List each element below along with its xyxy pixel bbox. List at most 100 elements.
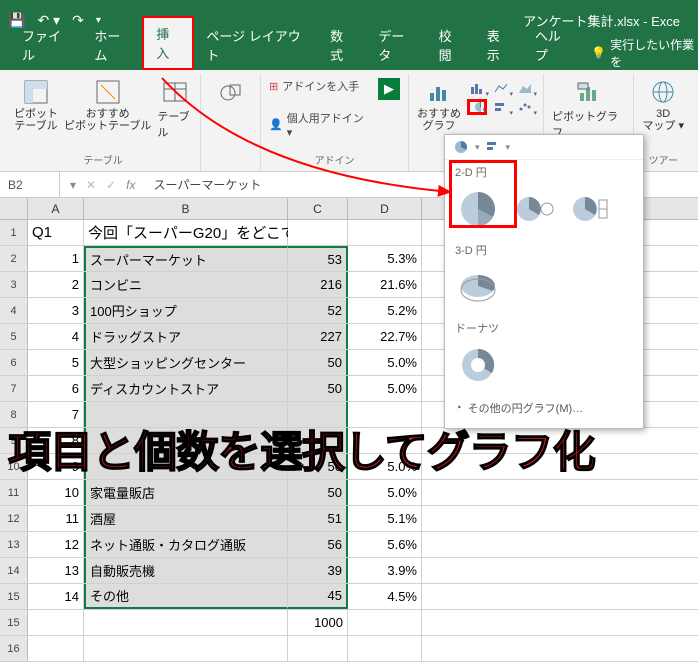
col-header-B[interactable]: B: [84, 198, 288, 219]
cell[interactable]: 5.6%: [348, 532, 422, 557]
cell[interactable]: 5.0%: [348, 480, 422, 505]
cell[interactable]: 12: [28, 532, 84, 557]
cell[interactable]: 5.1%: [348, 506, 422, 531]
cell[interactable]: [288, 220, 348, 245]
cell[interactable]: 5.3%: [348, 246, 422, 271]
tell-me[interactable]: 💡 実行したい作業を: [591, 36, 698, 70]
cell[interactable]: 5.0%: [348, 350, 422, 375]
cell[interactable]: 56: [288, 532, 348, 557]
pie-2d-option-1[interactable]: [455, 188, 501, 230]
row-header[interactable]: 15: [0, 584, 28, 609]
pie-3d-option-1[interactable]: [455, 266, 501, 308]
cell[interactable]: 1: [28, 246, 84, 271]
cell[interactable]: 227: [288, 324, 348, 349]
row-header[interactable]: 5: [0, 324, 28, 349]
3d-map-button[interactable]: 3D マップ ▾: [642, 78, 684, 132]
cell[interactable]: 8: [28, 428, 84, 453]
cell[interactable]: [348, 428, 422, 453]
cell[interactable]: 5: [28, 350, 84, 375]
tab-data[interactable]: データ: [366, 20, 426, 70]
line-chart-button[interactable]: [491, 80, 511, 96]
cell[interactable]: 2: [28, 272, 84, 297]
cell[interactable]: 13: [28, 558, 84, 583]
more-pie-charts[interactable]: ◔ その他の円グラフ(M)…: [445, 394, 643, 422]
row-header[interactable]: 10: [0, 454, 28, 479]
row-header[interactable]: 3: [0, 272, 28, 297]
bar-chart-button[interactable]: [491, 99, 511, 115]
recommended-pivot-button[interactable]: おすすめ ピボットテーブル: [64, 78, 151, 132]
row-header[interactable]: 13: [0, 532, 28, 557]
cell[interactable]: スーパーマーケット: [84, 246, 288, 271]
cell[interactable]: [84, 428, 288, 453]
col-header-A[interactable]: A: [28, 198, 84, 219]
cell[interactable]: 39: [288, 558, 348, 583]
column-chart-button[interactable]: [467, 80, 487, 96]
my-addins-button[interactable]: 👤個人用アドイン ▾: [269, 110, 366, 139]
cell[interactable]: ドラッグストア: [84, 324, 288, 349]
cell[interactable]: [288, 428, 348, 453]
cell[interactable]: [348, 610, 422, 635]
cell[interactable]: 5.0%: [348, 376, 422, 401]
area-chart-button[interactable]: [515, 80, 535, 96]
cell[interactable]: 53: [288, 246, 348, 271]
row-header[interactable]: 2: [0, 246, 28, 271]
cell[interactable]: 50: [288, 376, 348, 401]
cell[interactable]: [348, 220, 422, 245]
cell[interactable]: 11: [28, 506, 84, 531]
cell[interactable]: 100円ショップ: [84, 298, 288, 323]
row-header[interactable]: 1: [0, 220, 28, 245]
cell[interactable]: 50: [288, 454, 348, 479]
cell[interactable]: 6: [28, 376, 84, 401]
row-header[interactable]: 14: [0, 558, 28, 583]
table-button[interactable]: テーブル: [157, 78, 192, 140]
cell[interactable]: 22.7%: [348, 324, 422, 349]
col-header-C[interactable]: C: [288, 198, 348, 219]
cell[interactable]: ディスカウントストア: [84, 376, 288, 401]
tab-insert[interactable]: 挿入: [142, 16, 194, 70]
cell[interactable]: 5.2%: [348, 298, 422, 323]
cell[interactable]: 7: [28, 402, 84, 427]
pie-2d-option-3[interactable]: [567, 188, 613, 230]
row-header[interactable]: 8: [0, 402, 28, 427]
col-header-D[interactable]: D: [348, 198, 422, 219]
cell[interactable]: 216: [288, 272, 348, 297]
pivot-chart-button[interactable]: ピボットグラフ: [552, 78, 625, 140]
cell[interactable]: Q1: [28, 220, 84, 245]
scatter-chart-button[interactable]: [515, 99, 535, 115]
cell[interactable]: 50: [288, 480, 348, 505]
illustrations-button[interactable]: [217, 78, 245, 106]
row-header[interactable]: 11: [0, 480, 28, 505]
cell[interactable]: 1000: [288, 610, 348, 635]
tab-help[interactable]: ヘルプ: [523, 20, 583, 70]
cell[interactable]: 4: [28, 324, 84, 349]
fb-cancel-icon[interactable]: ✕: [86, 178, 96, 192]
cell[interactable]: 4.5%: [348, 584, 422, 609]
row-header[interactable]: 15: [0, 610, 28, 635]
cell[interactable]: 51: [288, 506, 348, 531]
row-header[interactable]: 7: [0, 376, 28, 401]
cell[interactable]: [28, 610, 84, 635]
cell[interactable]: 大型ショッピングセンター: [84, 350, 288, 375]
cell[interactable]: 14: [28, 584, 84, 609]
cell[interactable]: 50: [288, 350, 348, 375]
tab-review[interactable]: 校閲: [427, 20, 475, 70]
cell[interactable]: [84, 402, 288, 427]
fb-enter-icon[interactable]: ✓: [106, 178, 116, 192]
recommended-charts-button[interactable]: おすすめ グラフ: [417, 78, 461, 132]
cell[interactable]: 3: [28, 298, 84, 323]
select-all-corner[interactable]: [0, 198, 28, 219]
cell[interactable]: [84, 454, 288, 479]
cell[interactable]: 9: [28, 454, 84, 479]
cell[interactable]: 52: [288, 298, 348, 323]
cell[interactable]: [288, 402, 348, 427]
row-header[interactable]: 6: [0, 350, 28, 375]
cell[interactable]: 3.9%: [348, 558, 422, 583]
cell[interactable]: コンビニ: [84, 272, 288, 297]
pivot-table-button[interactable]: ピボット テーブル: [14, 78, 58, 132]
pie-chart-button[interactable]: [467, 99, 487, 115]
cell[interactable]: 45: [288, 584, 348, 609]
cell[interactable]: ネット通販・カタログ通販: [84, 532, 288, 557]
donut-option-1[interactable]: [455, 344, 501, 386]
row-header[interactable]: 4: [0, 298, 28, 323]
fx-icon[interactable]: fx: [126, 178, 135, 192]
